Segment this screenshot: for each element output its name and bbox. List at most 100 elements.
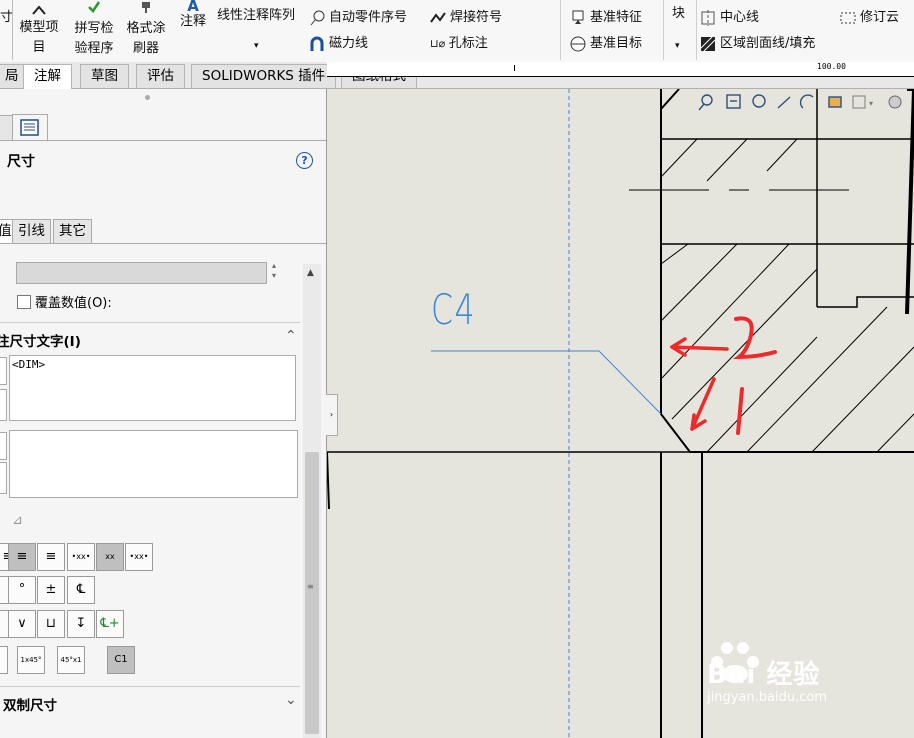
panel-title: 尺寸 — [7, 154, 35, 170]
red-annotation-marks — [670, 337, 729, 431]
auto-balloon-label: 自动零件序号 — [329, 10, 408, 25]
dual-dim-section-title: 双制尺寸 — [3, 698, 57, 714]
auto-balloon-button[interactable]: 自动零件序号 — [309, 8, 407, 28]
area-hatch-button[interactable]: 区域剖面线/填充 — [700, 34, 815, 54]
baidu-watermark-logo: Bai 经验 jingyan.baidu.com — [705, 640, 905, 705]
datum-feature-button[interactable]: 基准特征 — [570, 8, 642, 28]
subtab-leader[interactable]: 引线 — [12, 219, 51, 244]
hole-callout-button[interactable]: ⊔⌀ 孔标注 — [430, 34, 488, 54]
chamfer-format-button-0[interactable] — [0, 646, 8, 674]
datum-target-button[interactable]: 基准目标 — [570, 34, 642, 54]
heads-up-toolbar: ▾ — [695, 93, 910, 113]
tab-evaluate[interactable]: 评估 — [136, 64, 185, 88]
symbol-degree-button[interactable]: ° — [8, 576, 36, 604]
chamfer-leader-line — [431, 350, 662, 415]
weld-symbol-label: 焊接符号 — [450, 10, 503, 25]
scroll-grip-icon: ≡ — [307, 582, 314, 591]
text-position-left-button[interactable]: •xx• — [67, 543, 95, 571]
hole-callout-label: 孔标注 — [448, 36, 488, 51]
symbol-depth-button[interactable]: ↧ — [67, 610, 95, 638]
symbol-countersink-button[interactable]: ∨ — [8, 610, 36, 638]
override-value-field[interactable] — [16, 262, 267, 284]
format-painter-button[interactable]: 格式涂 刷器 — [122, 0, 170, 59]
zoom-previous-icon — [752, 94, 766, 108]
dim-text-side-button-4[interactable] — [0, 462, 7, 494]
centerline-icon — [701, 9, 715, 26]
collapse-chevron-icon[interactable]: ⌃ — [285, 328, 297, 344]
text-position-center-button[interactable]: xx — [96, 543, 124, 571]
watermark-url: jingyan.baidu.com — [707, 690, 827, 705]
dim-text-side-button-3[interactable] — [0, 432, 7, 460]
block-button[interactable]: 块 — [672, 4, 685, 24]
text-position-right-button[interactable]: •xx• — [125, 543, 153, 571]
tab-solidworks-addins[interactable]: SOLIDWORKS 插件 — [191, 64, 337, 88]
appearance-icon — [888, 95, 902, 109]
symbol-counterbore-button[interactable]: ⊔ — [37, 610, 65, 638]
override-value-label: 覆盖数值(O): — [35, 296, 112, 311]
ruler: 100.00 — [327, 62, 914, 77]
weld-icon — [430, 11, 446, 23]
checkmark-icon — [88, 1, 101, 13]
panel-grip-icon[interactable] — [145, 95, 150, 100]
panel-scrollbar[interactable]: ▲ ≡ — [303, 264, 321, 738]
watermark-text: Bai 经验 — [707, 660, 821, 690]
tab-layout[interactable]: 局 — [0, 64, 26, 88]
property-manager-panel: 尺寸 ? 值 引线 其它 ▴▾ 覆盖数值(O): 注尺寸文字(I) ⌃ <DIM… — [0, 89, 327, 738]
centerline-button[interactable]: 中心线 — [700, 8, 759, 28]
override-value-checkbox[interactable] — [17, 295, 31, 309]
hide-show-icon — [852, 95, 866, 109]
dim-text-side-button-2[interactable] — [0, 389, 7, 421]
dim-text-upper-input[interactable]: <DIM> — [9, 355, 296, 421]
dim-text-lower-input[interactable] — [9, 430, 298, 498]
symbol-plus-minus-button[interactable]: ± — [37, 576, 65, 604]
display-style-icon — [828, 96, 842, 108]
scrollbar-thumb[interactable] — [305, 452, 319, 734]
block-dropdown-icon[interactable]: ▾ — [675, 36, 680, 56]
datum-target-icon — [570, 36, 586, 51]
centerline-label: 中心线 — [720, 10, 760, 25]
tab-sketch[interactable]: 草图 — [80, 64, 129, 88]
hole-callout-icon: ⊔⌀ — [430, 37, 449, 50]
help-icon[interactable]: ? — [296, 152, 313, 169]
align-center-button[interactable]: ≡ — [8, 543, 36, 571]
override-value-spinner[interactable]: ▴ ▾ — [272, 261, 276, 281]
chamfer-annotation-text[interactable]: C4 — [431, 285, 476, 334]
weld-symbol-button[interactable]: 焊接符号 — [430, 8, 502, 28]
tab-annotation[interactable]: 注解 — [23, 64, 72, 90]
scroll-up-icon[interactable]: ▲ — [307, 268, 314, 278]
magnetic-line-button[interactable]: 磁力线 — [309, 34, 368, 54]
subtab-other[interactable]: 其它 — [53, 219, 92, 244]
model-items-button[interactable]: 模型项 目 — [16, 2, 62, 58]
spell-check-label: 拼写检 验程序 — [74, 21, 114, 56]
hatch-icon — [700, 36, 716, 51]
expand-chevron-icon[interactable]: ⌄ — [285, 692, 297, 708]
linear-note-array-button[interactable]: 线性注释阵列 — [217, 6, 295, 26]
property-manager-icon — [20, 119, 39, 136]
ribbon-toolbar: 寸 模型项 目 拼写检 验程序 格式涂 刷器 A 注释 线性注释阵列 ▾ 自动零… — [0, 0, 914, 63]
rotate-view-icon — [799, 94, 814, 109]
svg-text:▾: ▾ — [869, 99, 873, 108]
datum-target-label: 基准目标 — [590, 36, 643, 51]
panel-collapse-handle[interactable]: › — [326, 394, 338, 436]
chamfer-c1-button[interactable]: C1 — [107, 646, 135, 674]
brush-icon — [142, 2, 150, 13]
model-items-label: 模型项 目 — [19, 20, 59, 55]
dim-text-side-button-1[interactable] — [0, 357, 7, 385]
magnet-icon — [310, 36, 324, 51]
section-hatch — [660, 138, 914, 453]
revision-cloud-button[interactable]: 修订云 — [840, 8, 899, 28]
symbol-centerline-button[interactable]: ℄ — [67, 576, 95, 604]
magnetic-line-label: 磁力线 — [329, 36, 369, 51]
datum-feature-label: 基准特征 — [590, 10, 643, 25]
revision-cloud-label: 修订云 — [860, 10, 900, 25]
note-button[interactable]: A 注释 — [176, 0, 210, 32]
panel-tab-property-manager[interactable] — [12, 114, 48, 141]
linear-note-array-dropdown-icon[interactable]: ▾ — [254, 36, 259, 56]
chamfer-45x1-button[interactable]: 45°x1 — [57, 646, 85, 674]
align-right-button[interactable]: ≡ — [37, 543, 65, 571]
symbol-more-button[interactable]: ℄+ — [96, 610, 124, 638]
spell-check-button[interactable]: 拼写检 验程序 — [70, 0, 118, 59]
note-label: 注释 — [179, 14, 206, 29]
chamfer-1x45-button[interactable]: 1x45° — [17, 646, 45, 674]
section-view-icon — [777, 96, 791, 109]
